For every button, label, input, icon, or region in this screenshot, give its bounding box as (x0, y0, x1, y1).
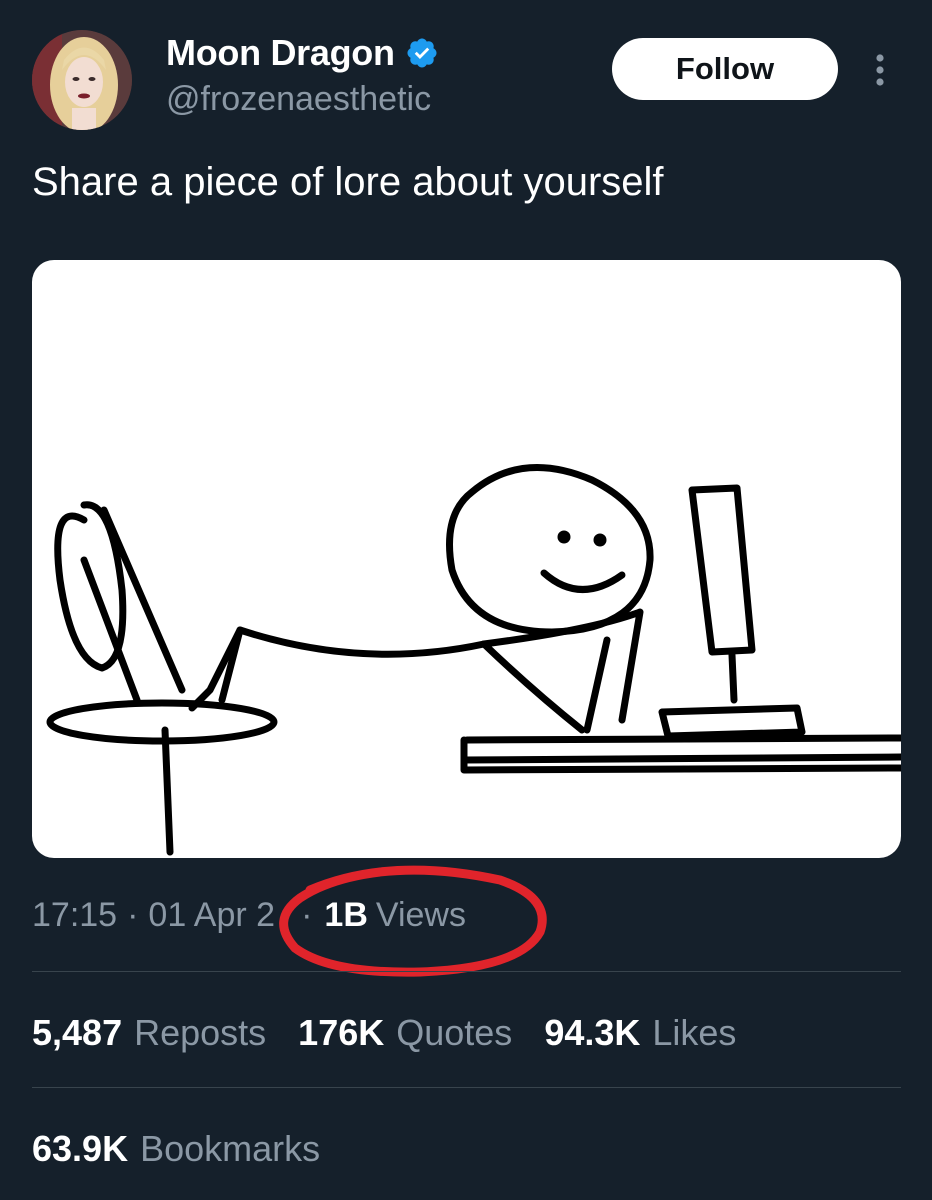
views-label: Views (375, 896, 466, 934)
divider (32, 1087, 901, 1088)
likes-label: Likes (652, 1012, 737, 1053)
divider (32, 971, 901, 972)
tweet-meta: 17:15 · 01 Apr 2 · 1B Views (32, 896, 466, 935)
bookmarks-stat[interactable]: 63.9K Bookmarks (32, 1128, 320, 1170)
tweet-media-image[interactable] (32, 260, 901, 858)
tweet-time[interactable]: 17:15 (32, 896, 117, 935)
author-name-row: Moon Dragon (166, 32, 439, 74)
verified-badge-icon (405, 36, 439, 70)
quotes-stat[interactable]: 176K Quotes (298, 1012, 512, 1054)
author-display-name[interactable]: Moon Dragon (166, 32, 395, 74)
views-count: 1B (324, 896, 368, 934)
quotes-count: 176K (298, 1012, 385, 1053)
engagement-stats: 5,487 Reposts 176K Quotes 94.3K Likes (32, 1012, 736, 1054)
avatar-image (32, 30, 132, 130)
meta-separator: · (127, 896, 139, 934)
tweet-text: Share a piece of lore about yourself (32, 160, 664, 204)
reposts-count: 5,487 (32, 1012, 123, 1053)
stick-figure-drawing (46, 464, 901, 856)
tweet-date[interactable]: 01 Apr 2 (148, 896, 275, 935)
author-avatar[interactable] (32, 30, 132, 130)
reposts-stat[interactable]: 5,487 Reposts (32, 1012, 266, 1054)
quotes-label: Quotes (396, 1012, 513, 1053)
likes-stat[interactable]: 94.3K Likes (544, 1012, 736, 1054)
bookmarks-label: Bookmarks (140, 1128, 321, 1169)
more-options-icon[interactable] (868, 50, 892, 90)
follow-button[interactable]: Follow (612, 38, 838, 100)
reposts-label: Reposts (134, 1012, 267, 1053)
author-handle[interactable]: @frozenaesthetic (166, 80, 431, 119)
bookmarks-count: 63.9K (32, 1128, 129, 1169)
meta-separator: · (301, 896, 313, 934)
likes-count: 94.3K (544, 1012, 641, 1053)
